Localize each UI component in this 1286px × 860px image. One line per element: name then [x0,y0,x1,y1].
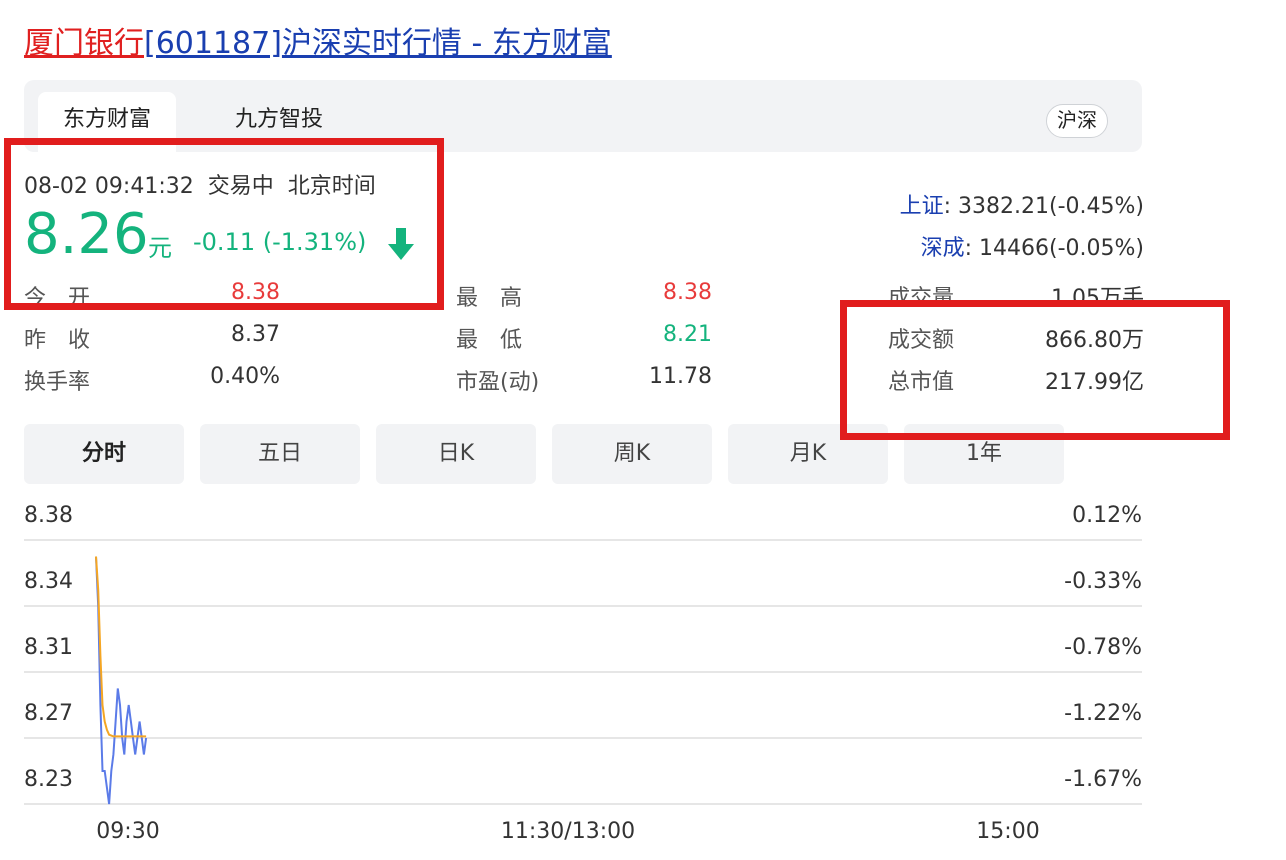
y-tick-label: 8.38 [24,503,73,528]
index-sz-value: : 14466(-0.05%) [964,236,1144,261]
turnover-rate-label: 换手率 [24,370,91,395]
prev-close-value: 8.37 [231,322,280,347]
stock-code-link[interactable]: [601187] [144,26,282,61]
y-right-tick-label: -0.78% [1064,635,1142,660]
y-right-tick-label: -1.22% [1064,701,1142,726]
y-tick-label: 8.34 [24,569,73,594]
index-sh-name[interactable]: 上证 [900,194,944,219]
y-tick-label: 8.27 [24,701,73,726]
index-sz[interactable]: 深成: 14466(-0.05%) [921,230,1144,262]
pe-label: 市盈(动) [456,370,540,395]
prev-close-label: 昨 收 [24,328,91,353]
stock-name-link[interactable]: 厦门银行 [24,26,144,61]
tab-five-day[interactable]: 五日 [200,424,360,484]
tab-weekly-k[interactable]: 周K [552,424,712,484]
high-value: 8.38 [663,280,712,305]
x-tick-label: 15:00 [976,819,1039,844]
market-badge[interactable]: 沪深 [1046,104,1108,138]
y-tick-label: 8.31 [24,635,73,660]
low-label: 最 低 [456,328,523,353]
page-title-rest-link[interactable]: 沪深实时行情 - 东方财富 [282,26,612,61]
y-right-tick-label: -1.67% [1064,767,1142,792]
index-sh-value: : 3382.21(-0.45%) [943,194,1144,219]
x-tick-label: 09:30 [96,819,159,844]
x-tick-label: 11:30/13:00 [501,819,635,844]
index-sz-name[interactable]: 深成 [921,236,965,261]
y-right-tick-label: -0.33% [1064,569,1142,594]
index-sh[interactable]: 上证: 3382.21(-0.45%) [900,188,1144,220]
annotation-box-price [4,138,444,310]
high-label: 最 高 [456,286,523,311]
intraday-chart[interactable]: 8.38 8.34 8.31 8.27 8.23 0.12% -0.33% -0.78% -1… [0,490,1286,860]
tab-daily-k[interactable]: 日K [376,424,536,484]
price-line [95,556,148,805]
low-value: 8.21 [663,322,712,347]
tab-intraday[interactable]: 分时 [24,424,184,484]
annotation-box-stats [840,300,1230,440]
pe-value: 11.78 [649,364,712,389]
page-title[interactable]: 厦门银行[601187]沪深实时行情 - 东方财富 [24,22,612,66]
y-right-tick-label: 0.12% [1072,503,1142,528]
turnover-rate-value: 0.40% [210,364,280,389]
y-tick-label: 8.23 [24,767,73,792]
